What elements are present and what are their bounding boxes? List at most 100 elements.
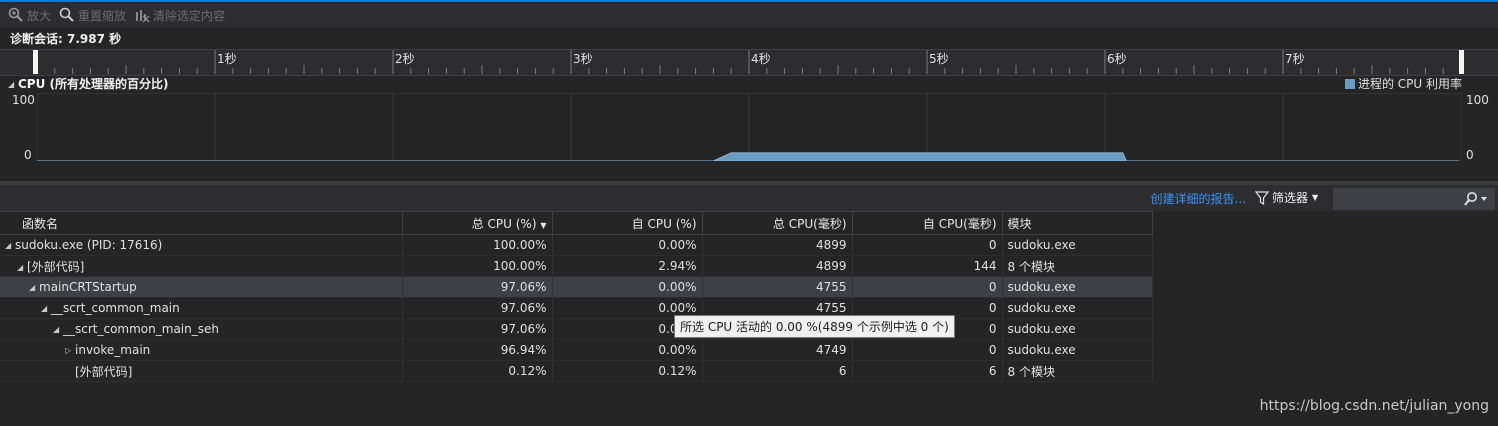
- column-header-text: 总 CPU(毫秒): [772, 216, 847, 231]
- y-axis-max-right: 100: [1466, 93, 1489, 107]
- search-input[interactable]: [1334, 189, 1463, 209]
- y-axis-min-right: 0: [1466, 148, 1474, 162]
- clear-selection-button[interactable]: 清除选定内容: [134, 7, 225, 24]
- timeline-ruler[interactable]: 1秒 2秒 3秒 4秒 5秒 6秒 7秒: [0, 49, 1498, 76]
- legend-label: 进程的 CPU 利用率: [1357, 77, 1462, 91]
- ruler-label: 7秒: [1285, 52, 1305, 66]
- ruler-label: 5秒: [929, 52, 949, 66]
- create-report-link[interactable]: 创建详细的报告...: [1151, 190, 1246, 207]
- module-cell: sudoku.exe: [1002, 339, 1153, 361]
- filter-label: 筛选器: [1272, 191, 1309, 205]
- toolbar: 放大 重置缩放 清除选定内容: [0, 2, 1498, 28]
- column-header-total-cpu-ms[interactable]: 总 CPU(毫秒): [702, 211, 853, 235]
- column-header-self-cpu-pct[interactable]: 自 CPU (%): [552, 211, 703, 235]
- module-cell: 8 个模块: [1002, 360, 1153, 382]
- function-name: [外部代码]: [75, 364, 133, 379]
- expanded-icon[interactable]: ◢: [41, 304, 51, 313]
- collapse-icon: ◢: [8, 80, 15, 89]
- function-name: __scrt_common_main: [51, 301, 180, 315]
- function-cell: ◢ mainCRTStartup: [0, 276, 403, 298]
- cpu-legend: 进程的 CPU 利用率: [1344, 75, 1462, 92]
- search-box[interactable]: [1333, 188, 1495, 210]
- table-row[interactable]: ◢ [外部代码] 100.00% 2.94% 4899 144 8 个模块: [0, 255, 1153, 277]
- ruler-right-handle[interactable]: [1459, 50, 1464, 74]
- search-icon[interactable]: [1462, 191, 1488, 207]
- column-header-module[interactable]: 模块: [1002, 211, 1153, 235]
- column-header-function[interactable]: 函数名: [0, 211, 403, 235]
- column-header-text: 自 CPU (%): [631, 216, 697, 231]
- funnel-icon: [1255, 190, 1269, 205]
- table-row[interactable]: ◢ sudoku.exe (PID: 17616) 100.00% 0.00% 4…: [0, 234, 1153, 256]
- function-cell: ◢ __scrt_common_main_seh: [0, 318, 403, 340]
- cpu-graph-title[interactable]: ◢ CPU (所有处理器的百分比): [8, 75, 169, 92]
- reset-zoom-icon: [59, 7, 74, 22]
- sort-desc-icon: ▼: [540, 220, 547, 230]
- function-cell: ▷ invoke_main: [0, 339, 403, 361]
- module-cell: sudoku.exe: [1002, 234, 1153, 256]
- cpu-graph-plot: [36, 92, 1463, 162]
- column-header-total-cpu-pct[interactable]: 总 CPU (%) ▼: [402, 211, 553, 235]
- total-cpu-pct-cell: 97.06%: [402, 297, 553, 319]
- total-cpu-pct-cell: 0.12%: [402, 360, 553, 382]
- module-cell: sudoku.exe: [1002, 297, 1153, 319]
- total-cpu-pct-cell: 100.00%: [402, 234, 553, 256]
- table-row-selected[interactable]: ◢ mainCRTStartup 97.06% 0.00% 4755 0 sudo…: [0, 276, 1153, 298]
- self-cpu-pct-cell: 2.94%: [552, 255, 703, 277]
- function-name: invoke_main: [75, 343, 151, 357]
- filter-button[interactable]: 筛选器 ▼: [1255, 189, 1318, 206]
- ruler-ticks: 1秒 2秒 3秒 4秒 5秒 6秒 7秒: [33, 50, 1464, 74]
- total-cpu-ms-cell: 4755: [702, 276, 853, 298]
- ruler-left-handle[interactable]: [33, 50, 38, 74]
- self-cpu-ms-cell: 6: [852, 360, 1003, 382]
- collapsed-icon[interactable]: ▷: [65, 346, 75, 355]
- module-cell: sudoku.exe: [1002, 276, 1153, 298]
- ruler-label: 3秒: [573, 52, 593, 66]
- column-header-text: 模块: [1007, 216, 1032, 231]
- reset-zoom-label: 重置缩放: [78, 8, 127, 23]
- expanded-icon[interactable]: ◢: [53, 325, 63, 334]
- ruler-label: 1秒: [217, 52, 237, 66]
- ruler-label: 6秒: [1107, 52, 1127, 66]
- function-name: mainCRTStartup: [39, 280, 137, 294]
- total-cpu-ms-cell: 4749: [702, 339, 853, 361]
- zoom-in-icon: [8, 7, 23, 22]
- column-header-text: 总 CPU (%): [471, 216, 537, 231]
- table-row[interactable]: [外部代码] 0.12% 0.12% 6 6 8 个模块: [0, 360, 1153, 382]
- expanded-icon[interactable]: ◢: [5, 241, 15, 250]
- ruler-label: 2秒: [395, 52, 415, 66]
- self-cpu-ms-cell: 0: [852, 234, 1003, 256]
- function-name: [外部代码]: [27, 259, 85, 274]
- self-cpu-ms-cell: 144: [852, 255, 1003, 277]
- cpu-graph-header: ◢ CPU (所有处理器的百分比) 进程的 CPU 利用率: [0, 75, 1498, 91]
- expanded-icon[interactable]: ◢: [29, 283, 39, 292]
- ruler-label: 4秒: [751, 52, 771, 66]
- call-tree-table: 函数名 总 CPU (%) ▼ 自 CPU (%) 总 CPU(毫秒) 自 CP…: [0, 211, 1153, 382]
- zoom-in-button[interactable]: 放大: [8, 7, 51, 24]
- total-cpu-ms-cell: 4899: [702, 234, 853, 256]
- self-cpu-ms-cell: 0: [852, 276, 1003, 298]
- expanded-icon[interactable]: ◢: [17, 263, 27, 272]
- module-cell: 8 个模块: [1002, 255, 1153, 277]
- reset-zoom-button[interactable]: 重置缩放: [59, 7, 126, 24]
- self-cpu-pct-cell: 0.12%: [552, 360, 703, 382]
- total-cpu-ms-cell: 6: [702, 360, 853, 382]
- self-cpu-pct-cell: 0.00%: [552, 339, 703, 361]
- column-header-self-cpu-ms[interactable]: 自 CPU(毫秒): [852, 211, 1003, 235]
- function-cell: ◢ __scrt_common_main: [0, 297, 403, 319]
- clear-selection-label: 清除选定内容: [153, 8, 226, 23]
- column-header-text: 函数名: [22, 216, 59, 231]
- header-row: 函数名 总 CPU (%) ▼ 自 CPU (%) 总 CPU(毫秒) 自 CP…: [0, 211, 1153, 235]
- y-axis-max-left: 100: [12, 93, 35, 107]
- total-cpu-pct-cell: 97.06%: [402, 276, 553, 298]
- function-cell: ◢ sudoku.exe (PID: 17616): [0, 234, 403, 256]
- table-row[interactable]: ◢ __scrt_common_main 97.06% 0.00% 4755 0 …: [0, 297, 1153, 319]
- column-header-text: 自 CPU(毫秒): [922, 216, 997, 231]
- total-cpu-pct-cell: 97.06%: [402, 318, 553, 340]
- clear-selection-icon: [136, 10, 150, 23]
- table-row[interactable]: ◢__scrt_common_main_seh 97.06% 0.00% 475…: [0, 318, 1153, 340]
- total-cpu-pct-cell: 96.94%: [402, 339, 553, 361]
- table-row[interactable]: ▷ invoke_main 96.94% 0.00% 4749 0 sudoku.…: [0, 339, 1153, 361]
- cpu-graph[interactable]: [36, 92, 1463, 164]
- zoom-in-label: 放大: [27, 8, 52, 23]
- self-cpu-ms-cell: 0: [852, 339, 1003, 361]
